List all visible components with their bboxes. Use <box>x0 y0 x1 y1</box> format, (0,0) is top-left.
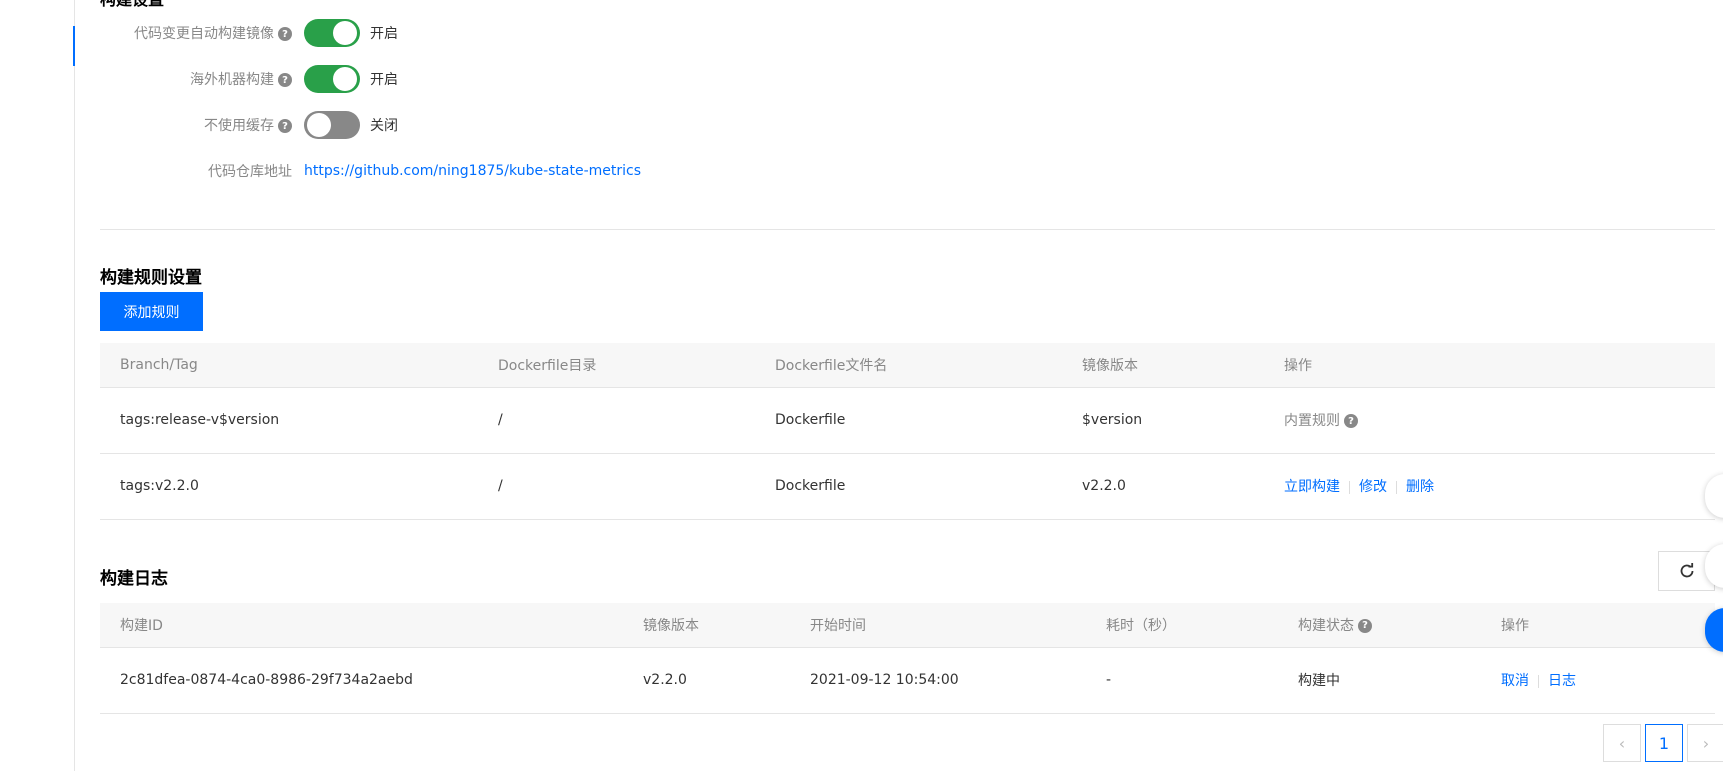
toggle-knob <box>307 113 331 137</box>
help-icon[interactable]: ? <box>278 27 292 41</box>
prev-page-button[interactable]: ‹ <box>1603 724 1641 762</box>
table-header-row: 构建ID 镜像版本 开始时间 耗时（秒） 构建状态? 操作 <box>100 603 1715 648</box>
cell-actions: 取消 日志 <box>1481 647 1715 714</box>
builtin-rule-label: 内置规则 <box>1284 413 1340 429</box>
toggle-state-text: 开启 <box>370 72 398 88</box>
cell-status: 构建中 <box>1278 647 1481 714</box>
add-rule-button[interactable]: 添加规则 <box>100 292 203 331</box>
col-header: 构建状态? <box>1278 603 1481 648</box>
toggle-state-text: 开启 <box>370 26 398 42</box>
col-header: 操作 <box>1264 343 1715 388</box>
build-settings-title: 构建设置 <box>100 0 164 10</box>
page-number-current[interactable]: 1 <box>1645 724 1683 762</box>
cell-file: Dockerfile <box>755 387 1062 454</box>
help-icon[interactable]: ? <box>278 119 292 133</box>
setting-row-auto-build: 代码变更自动构建镜像? 开启 <box>100 18 398 48</box>
cell-file: Dockerfile <box>755 453 1062 520</box>
help-icon[interactable]: ? <box>278 73 292 87</box>
col-header: Dockerfile文件名 <box>755 343 1062 388</box>
separator <box>1538 674 1539 688</box>
setting-row-overseas-build: 海外机器构建? 开启 <box>100 64 398 94</box>
setting-label: 不使用缓存 <box>204 118 274 134</box>
left-sidebar <box>0 0 75 771</box>
separator <box>1396 480 1397 494</box>
setting-label: 海外机器构建 <box>190 72 274 88</box>
build-now-link[interactable]: 立即构建 <box>1284 479 1340 495</box>
cancel-link[interactable]: 取消 <box>1501 673 1529 689</box>
edit-link[interactable]: 修改 <box>1359 479 1387 495</box>
setting-row-no-cache: 不使用缓存? 关闭 <box>100 110 398 140</box>
table-row: 2c81dfea-0874-4ca0-8986-29f734a2aebd v2.… <box>100 647 1715 714</box>
next-page-button[interactable]: › <box>1687 724 1723 762</box>
cell-duration: - <box>1086 647 1278 714</box>
setting-label: 代码变更自动构建镜像 <box>134 26 274 42</box>
cell-version: v2.2.0 <box>1062 453 1264 520</box>
table-row: tags:v2.2.0 / Dockerfile v2.2.0 立即构建 修改 删除 <box>100 453 1715 520</box>
table-row: tags:release-v$version / Dockerfile $ver… <box>100 387 1715 454</box>
cell-version: $version <box>1062 387 1264 454</box>
cell-build-id: 2c81dfea-0874-4ca0-8986-29f734a2aebd <box>100 647 623 714</box>
cell-version: v2.2.0 <box>623 647 790 714</box>
cell-actions: 立即构建 修改 删除 <box>1264 453 1715 520</box>
col-header: 构建ID <box>100 603 623 648</box>
cell-tag: tags:v2.2.0 <box>100 453 478 520</box>
page: 构建设置 代码变更自动构建镜像? 开启 海外机器构建? 开启 不使用缓存? 关闭… <box>0 0 1723 771</box>
col-header: Branch/Tag <box>100 343 478 388</box>
log-link[interactable]: 日志 <box>1548 673 1576 689</box>
col-header: 镜像版本 <box>1062 343 1264 388</box>
cell-tag: tags:release-v$version <box>100 387 478 454</box>
repo-label: 代码仓库地址 <box>208 164 292 180</box>
cell-dir: / <box>478 453 755 520</box>
toggle-knob <box>333 21 357 45</box>
toggle-auto-build[interactable] <box>304 19 360 47</box>
toggle-no-cache[interactable] <box>304 111 360 139</box>
pagination: ‹ 1 › <box>1603 724 1723 762</box>
toggle-knob <box>333 67 357 91</box>
section-divider <box>100 229 1715 230</box>
cell-start-time: 2021-09-12 10:54:00 <box>790 647 1086 714</box>
build-log-table: 构建ID 镜像版本 开始时间 耗时（秒） 构建状态? 操作 2c81dfea-0… <box>100 603 1715 714</box>
col-header: 开始时间 <box>790 603 1086 648</box>
help-icon[interactable]: ? <box>1344 414 1358 428</box>
setting-row-repo: 代码仓库地址 https://github.com/ning1875/kube-… <box>100 156 641 186</box>
toggle-overseas-build[interactable] <box>304 65 360 93</box>
delete-link[interactable]: 删除 <box>1406 479 1434 495</box>
col-header-label: 构建状态 <box>1298 617 1354 634</box>
cell-dir: / <box>478 387 755 454</box>
col-header: 镜像版本 <box>623 603 790 648</box>
rules-table: Branch/Tag Dockerfile目录 Dockerfile文件名 镜像… <box>100 343 1715 520</box>
rules-title: 构建规则设置 <box>100 268 202 288</box>
cell-actions: 内置规则? <box>1264 387 1715 454</box>
logs-title: 构建日志 <box>100 569 168 589</box>
active-indicator <box>73 26 75 66</box>
separator <box>1349 480 1350 494</box>
col-header: Dockerfile目录 <box>478 343 755 388</box>
toggle-state-text: 关闭 <box>370 118 398 134</box>
col-header: 耗时（秒） <box>1086 603 1278 648</box>
repo-url-link[interactable]: https://github.com/ning1875/kube-state-m… <box>304 163 641 179</box>
table-header-row: Branch/Tag Dockerfile目录 Dockerfile文件名 镜像… <box>100 343 1715 388</box>
refresh-icon <box>1680 563 1693 578</box>
help-icon[interactable]: ? <box>1358 618 1372 633</box>
col-header: 操作 <box>1481 603 1715 648</box>
